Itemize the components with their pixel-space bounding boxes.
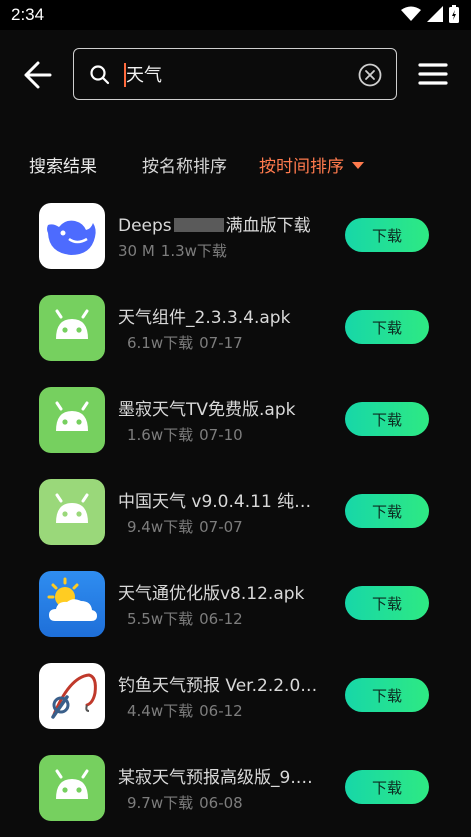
- android-icon: [39, 755, 105, 821]
- app-name: Deeps 满血版下载: [118, 211, 328, 236]
- app-name: 天气组件_2.3.3.4.apk: [118, 308, 291, 328]
- download-button[interactable]: 下载: [345, 586, 429, 620]
- app-downloads: 1.3w下载: [160, 242, 227, 260]
- arrow-left-icon: [24, 61, 52, 89]
- back-button[interactable]: [22, 58, 52, 92]
- app-date: 07-17: [199, 334, 243, 352]
- status-time: 2:34: [11, 5, 45, 24]
- hamburger-menu-icon: [418, 63, 448, 85]
- app-downloads: 5.5w下载: [127, 610, 194, 628]
- download-button[interactable]: 下载: [345, 494, 429, 528]
- app-meta: 9.7w下载 06-08: [127, 792, 249, 813]
- tab-sort-by-name[interactable]: 按名称排序: [142, 152, 227, 177]
- text-cursor: [124, 63, 126, 87]
- list-item[interactable]: Deeps 满血版下载 30 M 1.3w下载 下载: [0, 197, 471, 273]
- list-item[interactable]: 墨寂天气TV免费版.apk 1.6w下载 07-10 下载: [0, 381, 471, 457]
- download-button[interactable]: 下载: [345, 678, 429, 712]
- tab-sort-by-time[interactable]: 按时间排序: [259, 152, 364, 177]
- app-name-suffix: 满血版下载: [225, 216, 311, 236]
- app-date: 06-08: [199, 794, 243, 812]
- app-meta: 5.5w下载 06-12: [127, 608, 249, 629]
- sun-cloud-icon: [39, 571, 105, 637]
- list-item[interactable]: 天气通优化版v8.12.apk 5.5w下载 06-12 下载: [0, 565, 471, 641]
- status-bar: 2:34: [0, 0, 471, 30]
- download-button[interactable]: 下载: [345, 402, 429, 436]
- app-name: 中国天气 v9.0.4.11 纯净…: [118, 492, 328, 512]
- android-icon: [39, 479, 105, 545]
- app-name: 天气通优化版v8.12.apk: [118, 584, 305, 604]
- app-date: 06-12: [199, 610, 243, 628]
- search-input[interactable]: [126, 59, 346, 89]
- list-item[interactable]: 天气组件_2.3.3.4.apk 6.1w下载 07-17 下载: [0, 289, 471, 365]
- app-downloads: 9.4w下载: [127, 518, 194, 536]
- cellular-signal-icon: [427, 6, 443, 22]
- app-meta: 30 M 1.3w下载: [118, 240, 233, 261]
- sort-tabs: 搜索结果 按名称排序 按时间排序: [0, 150, 471, 180]
- list-item[interactable]: 中国天气 v9.0.4.11 纯净… 9.4w下载 07-07 下载: [0, 473, 471, 549]
- app-date: 07-10: [199, 426, 243, 444]
- app-name: 钓鱼天气预报 Ver.2.2.0…: [118, 676, 318, 696]
- tab-search-results: 搜索结果: [29, 157, 97, 177]
- app-meta: 9.4w下载 07-07: [127, 516, 249, 537]
- download-button[interactable]: 下载: [345, 310, 429, 344]
- list-item[interactable]: 某寂天气预报高级版_9.… 9.7w下载 06-08 下载: [0, 749, 471, 825]
- app-name: 墨寂天气TV免费版.apk: [118, 400, 296, 420]
- app-meta: 6.1w下载 07-17: [127, 332, 249, 353]
- search-box[interactable]: [73, 48, 397, 100]
- menu-button[interactable]: [418, 62, 448, 86]
- search-icon: [90, 65, 110, 85]
- app-date: 06-12: [199, 702, 243, 720]
- redacted-text: [173, 218, 224, 232]
- app-name: 某寂天气预报高级版_9.…: [118, 768, 313, 788]
- clear-icon[interactable]: [358, 63, 382, 87]
- app-downloads: 9.7w下载: [127, 794, 194, 812]
- app-size: 30 M: [118, 242, 155, 260]
- android-icon: [39, 387, 105, 453]
- download-button[interactable]: 下载: [345, 218, 429, 252]
- fishing-rod-icon: [39, 663, 105, 729]
- battery-charging-icon: [449, 5, 459, 23]
- app-date: 07-07: [199, 518, 243, 536]
- status-icons: [401, 5, 459, 23]
- download-button[interactable]: 下载: [345, 770, 429, 804]
- tab-sort-by-time-label: 按时间排序: [259, 157, 344, 177]
- app-downloads: 6.1w下载: [127, 334, 194, 352]
- app-meta: 1.6w下载 07-10: [127, 424, 249, 445]
- app-downloads: 1.6w下载: [127, 426, 194, 444]
- wifi-icon: [401, 6, 421, 21]
- app-meta: 4.4w下载 06-12: [127, 700, 249, 721]
- deepseek-whale-icon: [39, 203, 105, 269]
- android-icon: [39, 295, 105, 361]
- list-item[interactable]: 钓鱼天气预报 Ver.2.2.0… 4.4w下载 06-12 下载: [0, 657, 471, 733]
- app-downloads: 4.4w下载: [127, 702, 194, 720]
- app-name-prefix: Deeps: [118, 216, 172, 236]
- caret-down-icon: [352, 162, 364, 169]
